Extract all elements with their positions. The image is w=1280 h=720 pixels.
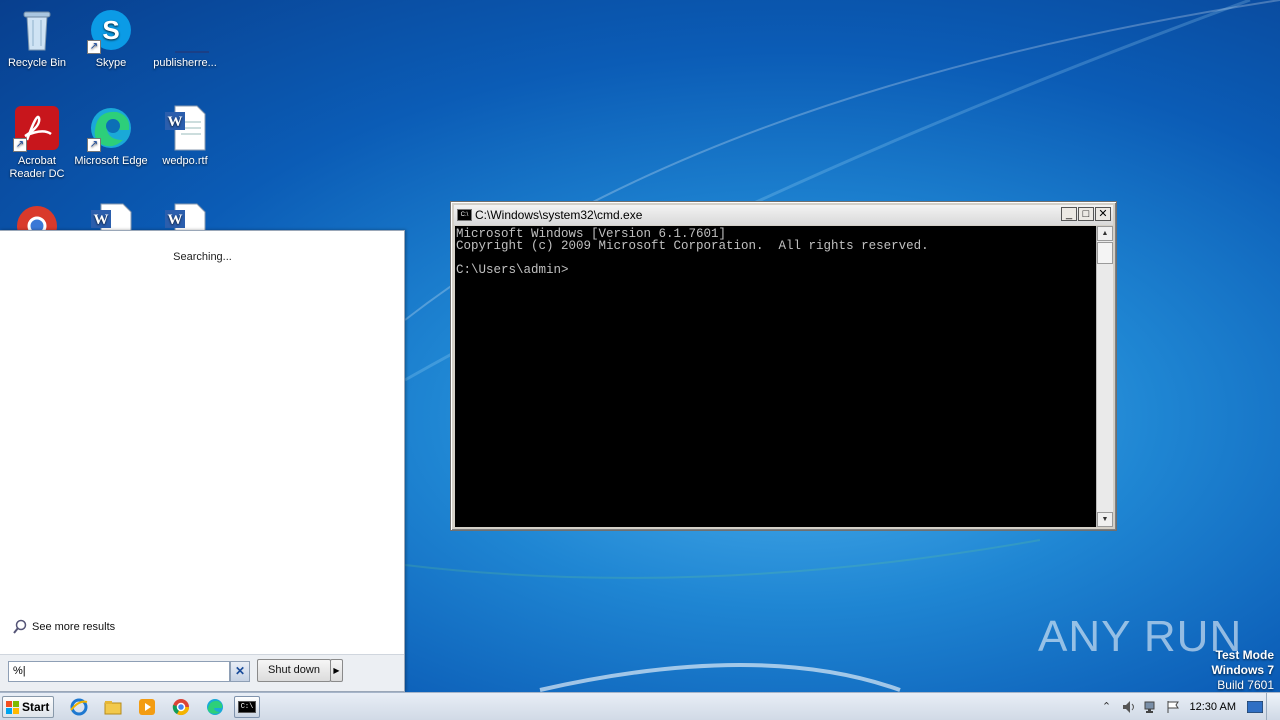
- desktop-icon-chrome-partial[interactable]: [0, 202, 74, 230]
- maximize-button[interactable]: □: [1078, 207, 1094, 221]
- acrobat-icon: ↗: [13, 104, 61, 152]
- windows-flag-icon: [6, 700, 19, 714]
- shut-down-button[interactable]: Shut down: [257, 659, 331, 682]
- scroll-up-icon[interactable]: ▲: [1097, 226, 1113, 241]
- cmd-title-bar[interactable]: C:\ C:\Windows\system32\cmd.exe _ □ ✕: [454, 205, 1113, 225]
- scroll-down-icon[interactable]: ▼: [1097, 512, 1113, 527]
- word-document-icon: W: [87, 202, 135, 230]
- desktop-preview-icon[interactable]: [1247, 699, 1263, 715]
- shortcut-arrow-icon: ↗: [13, 138, 27, 152]
- desktop-icon-skype[interactable]: S ↗ Skype: [74, 6, 148, 70]
- start-menu: Searching... See more results %| ✕ Shut …: [0, 230, 405, 692]
- desktop-icon-label: Acrobat Reader DC: [9, 155, 65, 180]
- chrome-icon: [13, 202, 61, 230]
- taskbar-clock[interactable]: 12:30 AM: [1190, 701, 1236, 713]
- media-player-icon[interactable]: [134, 696, 160, 718]
- show-hidden-icons-icon[interactable]: ⌃: [1099, 699, 1115, 715]
- desktop-icon-label: Recycle Bin: [7, 57, 67, 69]
- word-document-icon: W: [161, 202, 209, 230]
- desktop-icon-label: wedpo.rtf: [162, 155, 208, 167]
- cmd-window-title: C:\Windows\system32\cmd.exe: [475, 208, 643, 222]
- cmd-icon: C:\: [237, 701, 257, 713]
- chrome-icon[interactable]: [168, 696, 194, 718]
- desktop-icon-wedpo[interactable]: W wedpo.rtf: [148, 104, 222, 168]
- cmd-app-icon: C:\: [457, 209, 472, 221]
- see-more-results-link[interactable]: See more results: [12, 619, 115, 635]
- desktop-icon-acrobat[interactable]: ↗ Acrobat Reader DC: [0, 104, 74, 181]
- svg-text:W: W: [168, 212, 183, 228]
- start-button[interactable]: Start: [2, 696, 54, 718]
- desktop-icon-label: Microsoft Edge: [74, 155, 148, 167]
- search-status-text: Searching...: [173, 251, 232, 263]
- volume-icon[interactable]: [1121, 699, 1137, 715]
- start-search-input[interactable]: %|: [8, 661, 230, 682]
- cmd-window[interactable]: C:\ C:\Windows\system32\cmd.exe _ □ ✕ Mi…: [450, 201, 1117, 531]
- test-mode-line-2: Windows 7: [1211, 663, 1274, 677]
- shortcut-arrow-icon: ↗: [87, 138, 101, 152]
- edge-icon: ↗: [87, 104, 135, 152]
- start-label: Start: [22, 700, 50, 714]
- file-explorer-icon[interactable]: [100, 696, 126, 718]
- minimize-button[interactable]: _: [1061, 207, 1077, 221]
- test-mode-line-3: Build 7601: [1217, 678, 1274, 692]
- action-center-flag-icon[interactable]: [1165, 699, 1181, 715]
- desktop-icon-label: publisherre...: [153, 57, 217, 69]
- start-menu-bottom-bar: %| ✕ Shut down ▶: [0, 654, 404, 691]
- shut-down-options-arrow-icon[interactable]: ▶: [330, 659, 343, 682]
- cmd-console-output[interactable]: Microsoft Windows [Version 6.1.7601] Cop…: [455, 226, 1096, 527]
- desktop-icon-recycle-bin[interactable]: Recycle Bin: [0, 6, 74, 70]
- desktop-icon-label: Skype: [95, 57, 127, 69]
- internet-explorer-icon[interactable]: [66, 696, 92, 718]
- system-tray: ⌃ 12:30 AM: [1096, 693, 1280, 720]
- desktop-icon-edge[interactable]: ↗ Microsoft Edge: [74, 104, 148, 168]
- edge-icon[interactable]: [202, 696, 228, 718]
- desktop-icon-word-partial-2[interactable]: W: [148, 202, 222, 230]
- blank-file-icon: [161, 6, 221, 54]
- window-controls: _ □ ✕: [1061, 207, 1111, 221]
- svg-text:S: S: [102, 15, 119, 45]
- shortcut-arrow-icon: ↗: [87, 40, 101, 54]
- see-more-results-label: See more results: [32, 621, 116, 633]
- svg-text:W: W: [168, 114, 183, 130]
- test-mode-line-1: Test Mode: [1215, 648, 1274, 662]
- recycle-bin-icon: [13, 6, 61, 54]
- cmd-taskbar-button[interactable]: C:\: [234, 696, 260, 718]
- show-desktop-button[interactable]: [1266, 693, 1280, 720]
- desktop-icon-word-partial-1[interactable]: W: [74, 202, 148, 230]
- magnifier-icon: [13, 619, 27, 634]
- test-mode-notice: Test Mode Windows 7 Build 7601: [1211, 648, 1274, 693]
- skype-icon: S ↗: [87, 6, 135, 54]
- scroll-thumb[interactable]: [1097, 242, 1113, 264]
- svg-text:W: W: [94, 212, 109, 228]
- clear-search-icon[interactable]: ✕: [230, 661, 250, 682]
- taskbar: Start C:\ ⌃ 12:30 AM: [0, 692, 1280, 720]
- word-document-icon: W: [161, 104, 209, 152]
- close-button[interactable]: ✕: [1095, 207, 1111, 221]
- desktop-icon-publisher[interactable]: publisherre...: [148, 6, 222, 70]
- network-icon[interactable]: [1143, 699, 1159, 715]
- cmd-scrollbar[interactable]: ▲ ▼: [1096, 226, 1113, 527]
